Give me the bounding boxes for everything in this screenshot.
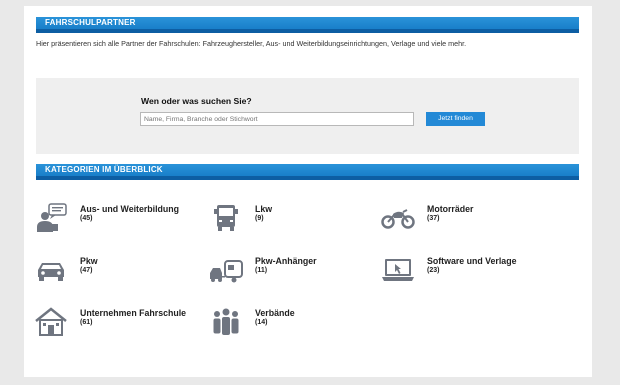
category-name: Aus- und Weiterbildung xyxy=(80,204,180,214)
group-people-icon xyxy=(209,307,243,337)
category-motorraeder[interactable]: Motorräder (37) xyxy=(381,203,551,237)
category-aus-und-weiterbildung[interactable]: Aus- und Weiterbildung (45) xyxy=(34,203,204,237)
search-input[interactable] xyxy=(140,112,414,126)
category-count: (61) xyxy=(80,319,93,326)
search-button[interactable]: Jetzt finden xyxy=(426,112,485,126)
category-name: Unternehmen Fahrschule xyxy=(80,308,187,318)
category-name: Lkw xyxy=(255,204,273,214)
intro-text: Hier präsentieren sich alle Partner der … xyxy=(36,39,467,48)
truck-icon xyxy=(209,203,243,233)
category-name: Motorräder xyxy=(427,204,474,214)
category-count: (47) xyxy=(80,267,93,274)
category-lkw[interactable]: Lkw (9) xyxy=(209,203,379,237)
category-count: (37) xyxy=(427,215,440,222)
main-content-panel: FAHRSCHULPARTNER Hier präsentieren sich … xyxy=(24,6,592,377)
category-pkw[interactable]: Pkw (47) xyxy=(34,255,204,289)
partners-section-header: FAHRSCHULPARTNER xyxy=(36,17,579,33)
teacher-speech-icon xyxy=(34,203,68,233)
search-panel: Wen oder was suchen Sie? Jetzt finden xyxy=(36,78,579,154)
car-trailer-icon xyxy=(209,255,243,285)
category-name: Pkw xyxy=(80,256,98,266)
motorcycle-icon xyxy=(381,203,415,233)
category-count: (45) xyxy=(80,215,93,222)
category-count: (11) xyxy=(255,267,268,274)
category-pkw-anhaenger[interactable]: Pkw-Anhänger (11) xyxy=(209,255,379,289)
car-icon xyxy=(34,255,68,285)
category-name: Verbände xyxy=(255,308,295,318)
category-count: (9) xyxy=(255,215,264,222)
category-count: (14) xyxy=(255,319,268,326)
category-name: Software und Verlage xyxy=(427,256,517,266)
school-building-icon xyxy=(34,307,68,337)
categories-section-header: KATEGORIEN IM ÜBERBLICK xyxy=(36,164,579,180)
category-verbaende[interactable]: Verbände (14) xyxy=(209,307,379,341)
category-unternehmen-fahrschule[interactable]: Unternehmen Fahrschule (61) xyxy=(34,307,204,341)
category-name: Pkw-Anhänger xyxy=(255,256,317,266)
category-count: (23) xyxy=(427,267,440,274)
search-title: Wen oder was suchen Sie? xyxy=(141,96,252,106)
category-software-und-verlage[interactable]: Software und Verlage (23) xyxy=(381,255,551,289)
laptop-icon xyxy=(381,255,415,285)
